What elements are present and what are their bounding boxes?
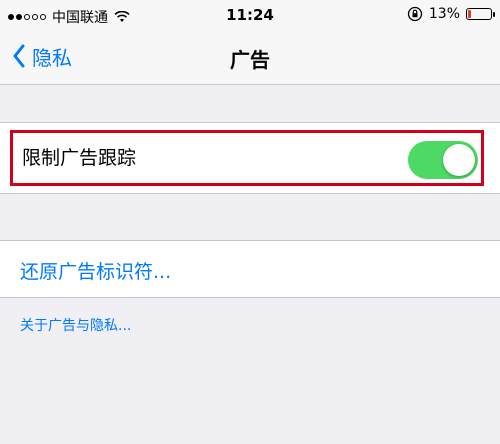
status-right: 13%	[407, 6, 495, 22]
status-bar: 中国联通 11:24 13%	[0, 0, 500, 30]
page-title: 广告	[230, 48, 270, 72]
battery-fill	[468, 10, 471, 18]
limit-ad-tracking-row: 限制广告跟踪	[0, 122, 500, 194]
toggle-knob	[443, 144, 475, 176]
battery-percent: 13%	[428, 6, 460, 22]
reset-identifier-link[interactable]: 还原广告标识符...	[20, 257, 171, 284]
lock-rotation-icon	[407, 6, 423, 22]
reset-identifier-row[interactable]: 还原广告标识符...	[0, 240, 500, 298]
navigation-bar: 隐私 广告	[0, 30, 500, 85]
about-ads-privacy-link[interactable]: 关于广告与隐私...	[20, 315, 131, 335]
limit-ad-tracking-label: 限制广告跟踪	[22, 147, 137, 169]
limit-ad-tracking-toggle[interactable]	[408, 141, 478, 179]
battery-icon	[466, 8, 495, 20]
